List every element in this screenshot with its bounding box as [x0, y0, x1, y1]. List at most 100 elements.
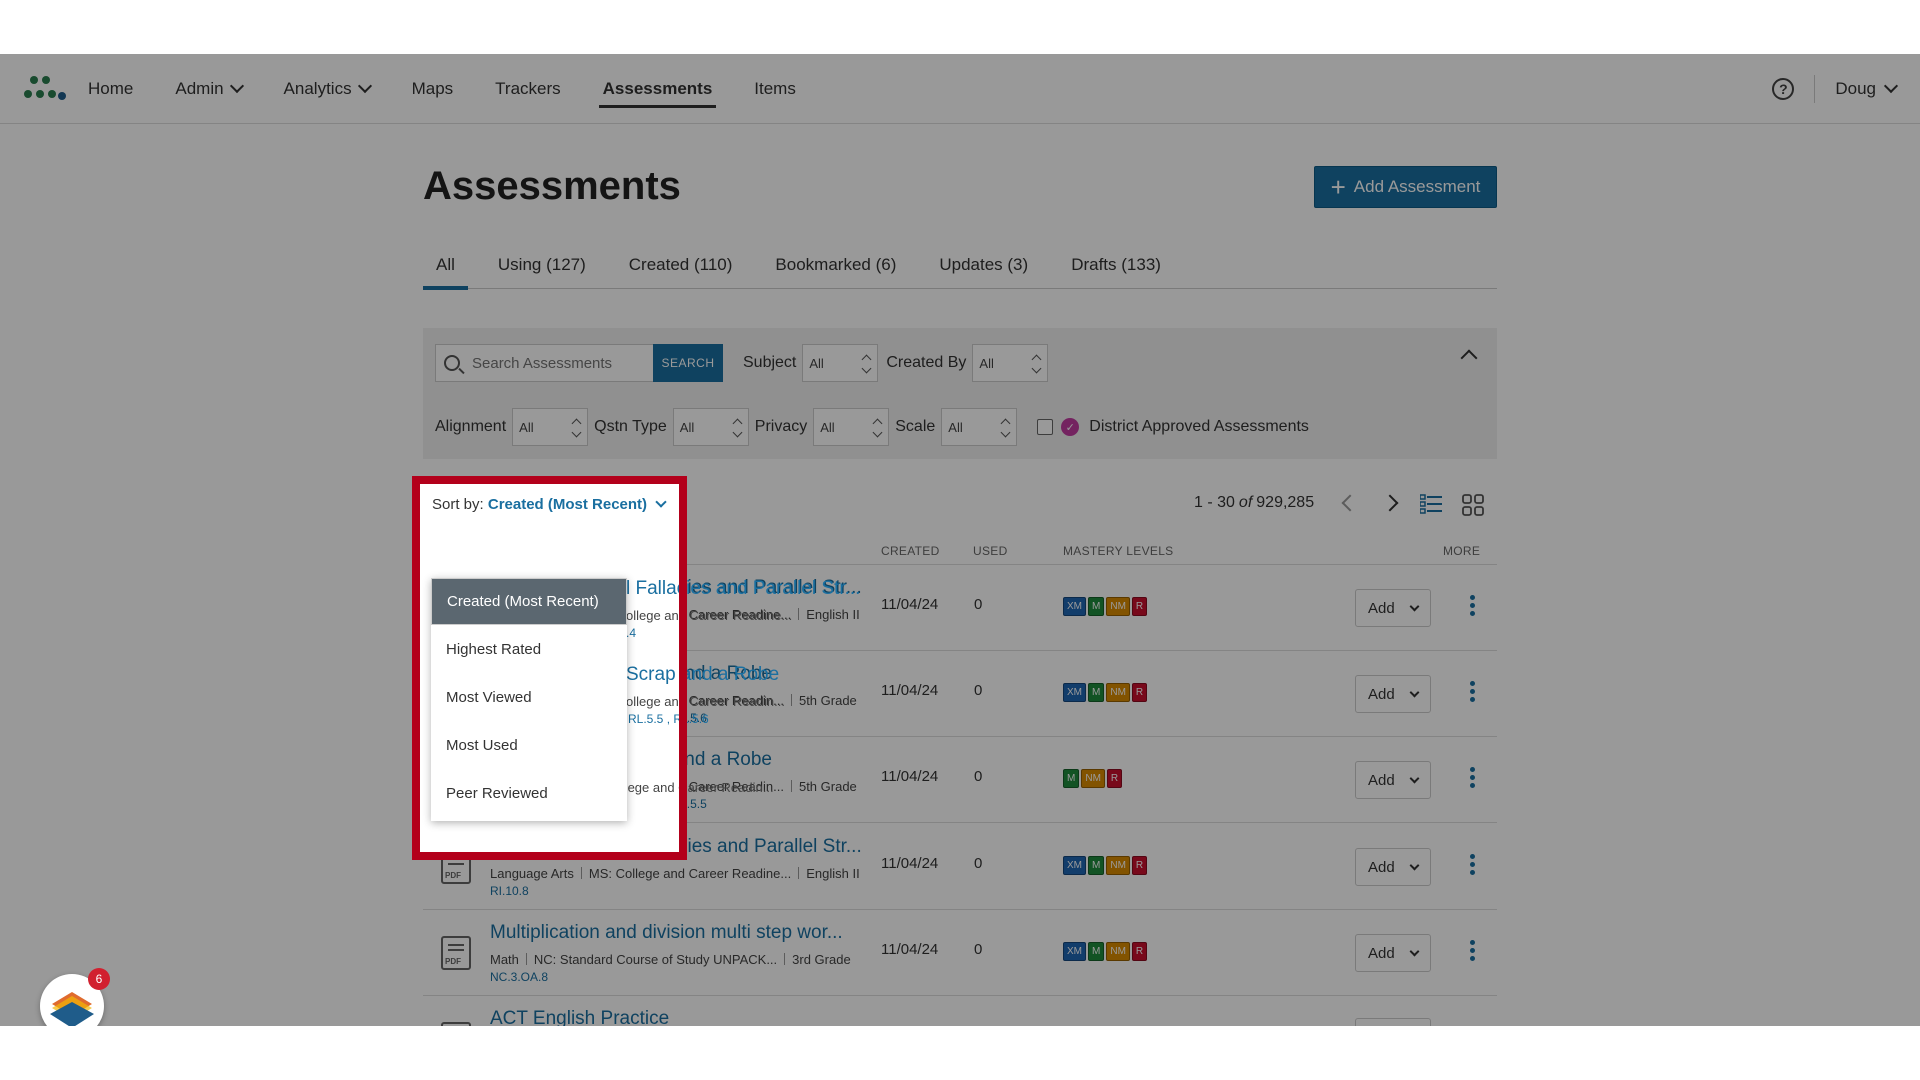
- tab-all[interactable]: All: [423, 242, 468, 290]
- scale-select[interactable]: All: [941, 408, 1018, 446]
- created-date: 11/04/24: [881, 596, 939, 613]
- approved-seal-icon: ✓: [1061, 418, 1080, 436]
- nav-trackers[interactable]: Trackers: [495, 54, 561, 124]
- assessment-meta: Language Arts MS: College and Career Read…: [490, 866, 860, 881]
- app-logo[interactable]: [24, 74, 68, 102]
- nav-admin[interactable]: Admin: [175, 54, 244, 124]
- tab-updates[interactable]: Updates (3): [926, 242, 1041, 288]
- page-range: 1 - 30: [1194, 494, 1235, 511]
- nav-maps-label: Maps: [411, 79, 454, 98]
- help-icon[interactable]: ?: [1772, 78, 1795, 100]
- more-options-icon[interactable]: [1470, 767, 1476, 791]
- add-dropdown[interactable]: Add: [1355, 675, 1431, 713]
- nav-analytics[interactable]: Analytics: [284, 54, 372, 124]
- top-nav: Home Admin Analytics Maps Trackers Asses…: [0, 54, 1920, 124]
- privacy-label: Privacy: [754, 418, 808, 435]
- tab-bookmarked[interactable]: Bookmarked (6): [762, 242, 909, 288]
- grid-view-icon[interactable]: [1462, 494, 1484, 516]
- tab-using[interactable]: Using (127): [485, 242, 599, 288]
- sort-option-created[interactable]: Created (Most Recent): [431, 578, 627, 625]
- created-date: 11/04/24: [881, 855, 939, 872]
- mastery-badge: NM: [1106, 942, 1130, 961]
- created-date: 11/04/24: [881, 682, 939, 699]
- nav-assessments[interactable]: Assessments: [598, 54, 716, 124]
- mastery-badge: NM: [1106, 683, 1130, 702]
- nav-divider: [1814, 75, 1816, 103]
- standards[interactable]: NC.3.OA.8: [490, 970, 548, 984]
- add-assessment-button[interactable]: + Add Assessment: [1314, 166, 1497, 208]
- user-name: Doug: [1835, 79, 1876, 98]
- search-button[interactable]: SEARCH: [653, 344, 723, 382]
- add-dropdown[interactable]: Add: [1355, 761, 1431, 799]
- col-created[interactable]: CREATED: [881, 544, 940, 558]
- nav-maps[interactable]: Maps: [412, 54, 454, 124]
- privacy-select[interactable]: All: [813, 408, 890, 446]
- chevron-down-icon: [357, 78, 372, 94]
- scale-value: All: [948, 419, 963, 435]
- assessment-name[interactable]: ACT English Practice: [490, 1008, 669, 1026]
- mastery-badge: XM: [1063, 683, 1086, 702]
- more-options-icon[interactable]: [1470, 681, 1476, 705]
- collapse-filters-icon[interactable]: [1460, 349, 1478, 367]
- mastery-levels: M NM R: [1063, 769, 1124, 788]
- chevron-down-icon: [1883, 78, 1899, 94]
- standard-set: MS: College and Career Readine...: [588, 866, 792, 881]
- next-page-icon[interactable]: [1381, 494, 1399, 512]
- qstn-type-label: Qstn Type: [594, 418, 667, 435]
- letterbox-top: [0, 0, 1920, 54]
- tab-drafts[interactable]: Drafts (133): [1058, 242, 1174, 288]
- help-widget[interactable]: 6: [40, 968, 110, 1026]
- nav-home[interactable]: Home: [88, 54, 133, 124]
- table-row[interactable]: PDF Multiplication and division multi ste…: [423, 910, 1497, 996]
- alignment-select[interactable]: All: [512, 408, 589, 446]
- sort-option-peer-reviewed[interactable]: Peer Reviewed: [431, 769, 627, 817]
- more-options-icon[interactable]: [1470, 854, 1476, 878]
- mastery-badge: XM: [1063, 856, 1086, 875]
- add-dropdown[interactable]: Add: [1355, 848, 1431, 886]
- add-label: Add: [1368, 858, 1395, 876]
- prev-page-icon[interactable]: [1341, 494, 1359, 512]
- chevron-down-icon: [1409, 946, 1420, 957]
- scale-label: Scale: [895, 418, 936, 435]
- nav-home-label: Home: [88, 79, 134, 98]
- tab-created[interactable]: Created (110): [616, 242, 746, 288]
- assessment-name[interactable]: Multiplication and division multi step w…: [490, 922, 843, 944]
- qstn-type-select[interactable]: All: [672, 408, 749, 446]
- updown-icon: [732, 419, 742, 437]
- page-of: of: [1238, 494, 1253, 511]
- grade: 5th Grade: [798, 693, 857, 708]
- add-label: Add: [1368, 771, 1395, 789]
- notification-badge: 6: [88, 968, 110, 990]
- sort-option-most-used[interactable]: Most Used: [431, 721, 627, 769]
- mastery-badge: R: [1131, 683, 1148, 702]
- nav-trackers-label: Trackers: [495, 79, 561, 98]
- pagination: 1 - 30 of 929,285: [1194, 494, 1399, 512]
- district-approved-checkbox[interactable]: [1037, 419, 1054, 435]
- table-row[interactable]: PDFACT English Practice: [423, 996, 1497, 1026]
- used-count: 0: [974, 768, 983, 785]
- add-dropdown[interactable]: [1355, 1018, 1431, 1026]
- search-input[interactable]: [472, 354, 642, 372]
- col-mastery: MASTERY LEVELS: [1063, 544, 1174, 558]
- nav-menu: Home Admin Analytics Maps Trackers Asses…: [88, 54, 838, 124]
- standard-set: NC: Standard Course of Study UNPACK...: [533, 952, 778, 967]
- created-by-select[interactable]: All: [972, 344, 1049, 382]
- more-options-icon[interactable]: [1470, 595, 1476, 619]
- nav-items[interactable]: Items: [754, 54, 796, 124]
- assessment-meta: Math NC: Standard Course of Study UNPACK.…: [490, 952, 851, 967]
- subject-select[interactable]: All: [802, 344, 879, 382]
- add-dropdown[interactable]: Add: [1355, 589, 1431, 627]
- sort-option-most-viewed[interactable]: Most Viewed: [431, 673, 627, 721]
- col-used[interactable]: USED: [973, 544, 1008, 558]
- chevron-down-icon: [229, 78, 244, 94]
- subject-label: Subject: [743, 354, 797, 371]
- list-view-icon[interactable]: [1420, 494, 1442, 514]
- more-options-icon[interactable]: [1470, 940, 1476, 964]
- mastery-badge: M: [1088, 597, 1105, 616]
- standards[interactable]: RI.10.8: [490, 884, 529, 898]
- nav-assessments-label: Assessments: [602, 79, 713, 98]
- assessment-tabs: All Using (127) Created (110) Bookmarked…: [423, 242, 1497, 290]
- sort-option-highest-rated[interactable]: Highest Rated: [431, 625, 627, 673]
- add-dropdown[interactable]: Add: [1355, 934, 1431, 972]
- user-menu[interactable]: Doug: [1835, 78, 1899, 99]
